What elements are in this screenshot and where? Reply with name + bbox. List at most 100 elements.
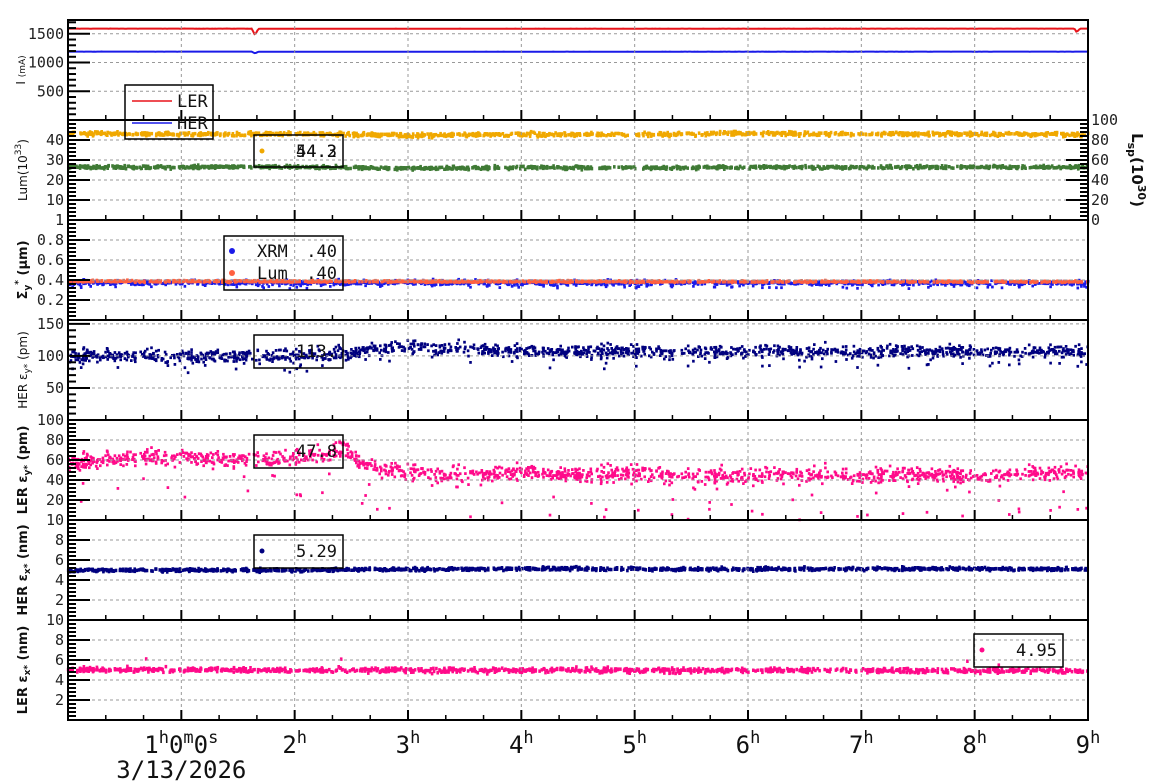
data-point <box>988 165 991 169</box>
data-point <box>871 166 874 170</box>
data-point <box>742 280 746 284</box>
data-point <box>464 134 468 138</box>
data-point <box>603 367 606 371</box>
data-point <box>578 132 581 136</box>
data-point <box>516 283 519 287</box>
data-point <box>780 286 783 290</box>
data-point <box>1047 164 1050 169</box>
data-point <box>429 280 432 284</box>
data-point <box>589 345 593 349</box>
data-point <box>1062 165 1065 169</box>
data-point <box>101 166 105 170</box>
data-point <box>400 349 404 352</box>
data-point <box>742 165 746 169</box>
data-point <box>626 133 629 138</box>
data-point <box>622 354 626 358</box>
data-point <box>402 166 406 170</box>
data-point <box>112 131 115 136</box>
data-point <box>357 167 360 171</box>
data-point <box>872 280 876 284</box>
data-point <box>391 280 395 284</box>
data-point <box>1023 131 1026 135</box>
data-point <box>504 165 507 170</box>
data-point <box>925 280 929 284</box>
data-point <box>803 132 806 136</box>
data-point <box>1038 132 1041 137</box>
data-point <box>1035 165 1038 170</box>
data-point <box>1013 280 1017 284</box>
data-point <box>420 134 424 139</box>
data-point <box>759 131 763 136</box>
data-point <box>849 131 853 136</box>
data-point <box>992 130 995 135</box>
data-point <box>927 285 930 289</box>
data-point <box>799 165 802 169</box>
data-point <box>927 130 930 134</box>
data-point <box>710 165 714 170</box>
data-point <box>1018 132 1022 136</box>
data-point <box>1017 280 1020 284</box>
data-point <box>794 130 797 135</box>
data-point <box>78 166 82 170</box>
data-point <box>261 285 264 288</box>
data-point <box>539 166 542 170</box>
data-point <box>899 280 902 284</box>
data-point <box>360 165 363 169</box>
data-point <box>629 279 632 283</box>
data-point <box>570 133 573 138</box>
data-point <box>907 287 911 290</box>
data-point <box>661 133 664 138</box>
data-point <box>669 133 673 137</box>
data-point <box>624 165 628 169</box>
data-point <box>99 130 103 135</box>
data-point <box>321 131 325 135</box>
data-point <box>941 350 945 353</box>
data-point <box>857 132 860 136</box>
data-point <box>976 165 980 170</box>
data-point <box>624 134 627 138</box>
data-point <box>642 133 645 138</box>
data-point <box>1077 165 1081 170</box>
data-point <box>564 133 568 138</box>
data-point <box>550 280 553 284</box>
data-point <box>183 284 187 288</box>
data-point <box>397 135 401 139</box>
data-point <box>551 132 555 137</box>
data-point <box>202 283 205 287</box>
data-point <box>106 133 109 137</box>
data-point <box>723 167 726 171</box>
data-point <box>384 165 388 170</box>
data-point <box>1028 166 1032 170</box>
data-point <box>1062 135 1065 139</box>
data-point <box>652 165 655 170</box>
data-point <box>1001 279 1004 284</box>
data-point <box>682 166 685 171</box>
data-point <box>74 358 78 362</box>
data-point <box>645 164 649 169</box>
data-point <box>238 282 242 286</box>
data-point <box>594 283 598 287</box>
data-point <box>932 133 936 137</box>
data-point <box>1008 132 1011 136</box>
data-point <box>826 279 830 284</box>
data-point <box>941 132 945 136</box>
data-point <box>841 130 844 135</box>
data-point <box>182 278 186 283</box>
data-point <box>679 132 683 137</box>
data-point <box>671 166 674 170</box>
data-point <box>353 279 356 283</box>
data-point <box>502 280 505 284</box>
data-point <box>418 166 422 170</box>
data-point <box>949 132 953 136</box>
data-point <box>762 130 765 134</box>
data-point <box>356 133 360 137</box>
data-point <box>782 164 786 169</box>
data-point <box>114 285 117 289</box>
data-point <box>538 131 541 136</box>
data-point <box>966 132 970 137</box>
data-point <box>106 164 110 168</box>
series-line <box>68 27 1088 36</box>
data-point <box>687 131 690 135</box>
data-point <box>474 280 477 284</box>
data-point <box>240 133 244 137</box>
